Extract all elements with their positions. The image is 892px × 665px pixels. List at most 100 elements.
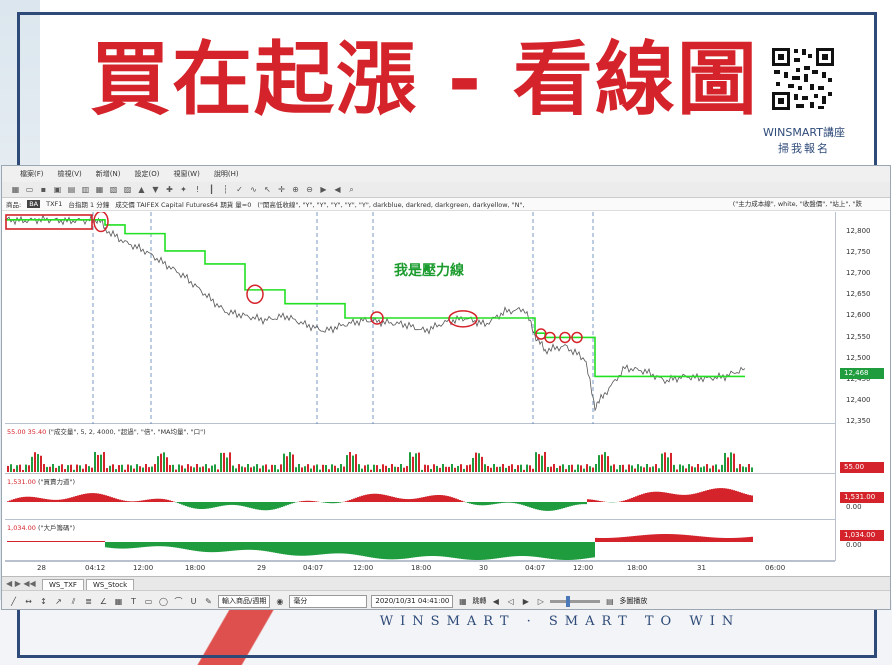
bigplayer-bar (551, 542, 553, 559)
tab-ws-stock[interactable]: WS_Stock (85, 579, 135, 590)
calendar-icon[interactable]: ▦ (457, 596, 468, 607)
crosshair-icon[interactable]: ✛ (276, 184, 287, 195)
buysell-pane[interactable]: 1,531.00 ("買賣力道") (5, 474, 835, 520)
bigplayer-bar (587, 542, 589, 559)
step-back-icon[interactable]: ◀ (490, 596, 501, 607)
resistance-line (5, 218, 745, 378)
search-icon[interactable]: ⌕ (346, 184, 357, 195)
menu-item-new[interactable]: 新增(N) (96, 169, 121, 179)
alert-icon[interactable]: ! (192, 184, 203, 195)
bigplayer-pane[interactable]: 1,034.00 ("大戶籌碼") (5, 520, 835, 561)
buysell-bar (699, 492, 701, 502)
save-icon[interactable]: ▪ (38, 184, 49, 195)
zoom-in-icon[interactable]: ⊕ (290, 184, 301, 195)
buysell-bar (233, 502, 235, 505)
cursor-icon[interactable]: ↖ (262, 184, 273, 195)
arrow-down-icon[interactable]: ▼ (150, 184, 161, 195)
volume-bar (124, 469, 126, 472)
delete-icon[interactable]: ✎ (203, 596, 214, 607)
check-icon[interactable]: ✓ (234, 184, 245, 195)
print-icon[interactable]: ▧ (108, 184, 119, 195)
menu-item-view[interactable]: 檢視(V) (58, 169, 82, 179)
candle-icon[interactable]: ┃ (206, 184, 217, 195)
volume-bar (718, 469, 720, 472)
tab-ws-txf[interactable]: WS_TXF (42, 579, 84, 590)
period-select[interactable]: 毫分 (289, 594, 368, 608)
menu-item-file[interactable]: 檔案(F) (20, 169, 44, 179)
grid-icon[interactable]: ▦ (10, 184, 21, 195)
fib-tool-icon[interactable]: ≣ (83, 596, 94, 607)
qr-code-icon[interactable] (768, 44, 838, 114)
menu-item-settings[interactable]: 設定(O) (134, 169, 159, 179)
symbol-label[interactable]: TXF1 (46, 200, 62, 208)
ellipse-tool-icon[interactable]: ◯ (158, 596, 169, 607)
jump-button[interactable]: 跳轉 (472, 596, 486, 606)
buysell-bar (279, 502, 281, 508)
volume-pane[interactable]: 55.00 35.40 ("成交量", 5, 2, 4000, "超過", "倍… (5, 424, 835, 474)
speed-slider[interactable] (550, 595, 601, 607)
buysell-bar (631, 497, 633, 502)
hline-tool-icon[interactable]: ↔ (23, 596, 34, 607)
multi-play-button[interactable]: 多圖播放 (619, 596, 647, 606)
rect-tool-icon[interactable]: ▭ (143, 596, 154, 607)
table-icon[interactable]: ▦ (94, 184, 105, 195)
line-chart-icon[interactable]: ∿ (248, 184, 259, 195)
indicator-icon[interactable]: ✚ (164, 184, 175, 195)
globe-icon[interactable]: ◉ (274, 596, 285, 607)
menu-item-window[interactable]: 視窗(W) (173, 169, 199, 179)
volume-bar (439, 467, 441, 472)
vline-tool-icon[interactable]: ↕ (38, 596, 49, 607)
speed-slider-knob[interactable] (566, 595, 571, 607)
price-pane[interactable] (4, 210, 835, 424)
bigplayer-bar (329, 542, 331, 554)
table-tool-icon[interactable]: ▦ (113, 596, 124, 607)
volume-bar (580, 465, 582, 472)
bigplayer-bar (325, 542, 327, 555)
line-tool-icon[interactable]: ╱ (8, 596, 19, 607)
play-forward-icon[interactable]: ▶ (520, 596, 531, 607)
open-folder-icon[interactable]: ▭ (24, 184, 35, 195)
symbol-badge[interactable]: BA (27, 200, 41, 208)
arc-tool-icon[interactable]: ⌒ (173, 596, 184, 607)
buysell-bar (309, 500, 311, 502)
step-forward-icon[interactable]: ▷ (535, 596, 546, 607)
zoom-out-icon[interactable]: ⊖ (304, 184, 315, 195)
rewind-icon[interactable]: ◀ (332, 184, 343, 195)
bigplayer-bar (103, 541, 105, 542)
buysell-bar (487, 502, 489, 505)
menu-item-help[interactable]: 說明(H) (214, 169, 239, 179)
channel-tool-icon[interactable]: ⫽ (68, 596, 79, 607)
volume-bar (424, 464, 426, 472)
buysell-bar (213, 502, 215, 508)
price-chart (4, 210, 746, 424)
bigplayer-bar (545, 542, 547, 559)
play-back-icon[interactable]: ◁ (505, 596, 516, 607)
volume-bar (166, 457, 168, 472)
settings-icon[interactable]: ▨ (122, 184, 133, 195)
layout-icon[interactable]: ▤ (66, 184, 77, 195)
bigplayer-bar (239, 542, 241, 551)
buysell-bar (537, 502, 539, 510)
window-icon[interactable]: ▣ (52, 184, 63, 195)
strategy-icon[interactable]: ✦ (178, 184, 189, 195)
play-icon[interactable]: ▶ (318, 184, 329, 195)
magnet-icon[interactable]: U (188, 596, 199, 607)
bigplayer-bar (165, 542, 167, 547)
frequency-label[interactable]: 台指期 1 分鐘 (68, 199, 109, 209)
trading-app-window: 檔案(F) 檢視(V) 新增(N) 設定(O) 視窗(W) 說明(H) ▦ ▭ … (1, 165, 891, 610)
ray-tool-icon[interactable]: ↗ (53, 596, 64, 607)
bigplayer-axis: 1,034.00 0.00 (835, 520, 890, 561)
bigplayer-header-formula: ("大戶籌碼") (38, 524, 76, 532)
datetime-input[interactable]: 2020/10/31 04:41:00 (371, 594, 454, 608)
chart-icon[interactable]: ▥ (80, 184, 91, 195)
bigplayer-bar (649, 534, 651, 542)
text-tool-icon[interactable]: T (128, 596, 139, 607)
gann-tool-icon[interactable]: ∠ (98, 596, 109, 607)
multi-chart-icon[interactable]: ▤ (604, 596, 615, 607)
bar-icon[interactable]: ┆ (220, 184, 231, 195)
symbol-input[interactable]: 輸入商品/週期 (218, 594, 271, 608)
bigplayer-bar (529, 542, 531, 557)
arrow-up-icon[interactable]: ▲ (136, 184, 147, 195)
tab-nav-arrows-icon[interactable]: ◀ ▶ ◀◀ (6, 579, 36, 588)
buysell-bar (155, 498, 157, 502)
